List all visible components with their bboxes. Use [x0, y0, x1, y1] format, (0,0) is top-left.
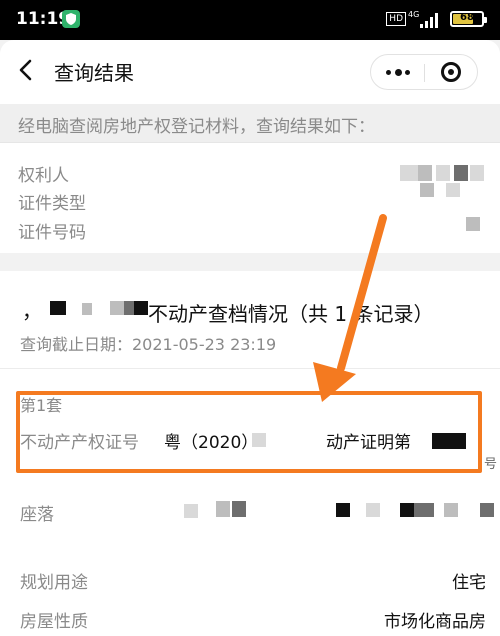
redacted-mark [82, 303, 92, 315]
close-button[interactable] [425, 55, 477, 89]
hd-badge: HD [386, 12, 406, 26]
redacted-mark [50, 301, 66, 315]
redacted-mark [444, 503, 458, 517]
redacted-mark [436, 165, 450, 181]
redacted-mark [414, 503, 434, 517]
redacted-mark [216, 501, 230, 517]
usage-label: 规划用途 [20, 573, 88, 593]
redacted-mark [110, 301, 124, 315]
location-label: 座落 [20, 505, 54, 525]
redacted-mark [184, 504, 198, 518]
query-date: 查询截止日期：2021-05-23 23:19 [20, 335, 277, 354]
redacted-mark [446, 183, 460, 197]
notice-text: 经电脑查阅房地产权登记材料，查询结果如下： [18, 117, 375, 137]
back-icon[interactable] [14, 58, 38, 82]
mini-program-capsule [370, 54, 478, 90]
redacted-mark [470, 165, 484, 181]
property-value: 市场化商品房 [384, 612, 486, 632]
battery-icon: 68 [450, 11, 487, 27]
redacted-mark [366, 503, 380, 517]
page-title: 查询结果 [54, 61, 134, 85]
owner-label: 权利人 [18, 166, 69, 186]
heading-prefix: ， [22, 299, 42, 323]
redacted-mark [232, 501, 246, 517]
shield-icon [62, 10, 80, 28]
redacted-mark [124, 301, 134, 315]
redacted-mark [454, 165, 468, 181]
status-bar: 11:19 HD 4G 68 [0, 0, 500, 40]
highlight-box [16, 391, 482, 473]
redacted-mark [336, 503, 350, 517]
property-label: 房屋性质 [20, 612, 88, 632]
nav-bar: 查询结果 [0, 40, 500, 104]
redacted-mark [480, 503, 494, 517]
redacted-mark [400, 165, 418, 181]
redacted-mark [420, 183, 434, 197]
battery-percent: 68 [460, 12, 474, 23]
result-notice: 经电脑查阅房地产权登记材料，查询结果如下： [0, 104, 500, 143]
redacted-mark [134, 301, 148, 315]
records-heading: 不动产查档情况（共 1 条记录） [148, 302, 434, 326]
cert-tail: 号 [484, 457, 498, 472]
owner-card: 权利人 证件类型 证件号码 [0, 143, 500, 253]
redacted-mark [418, 165, 432, 181]
id-number-label: 证件号码 [18, 223, 86, 243]
signal-icon: 4G [408, 10, 442, 30]
redacted-mark [400, 503, 414, 517]
redacted-mark [466, 217, 480, 231]
usage-value: 住宅 [452, 573, 486, 593]
id-type-label: 证件类型 [18, 194, 86, 214]
more-button[interactable] [371, 55, 424, 89]
